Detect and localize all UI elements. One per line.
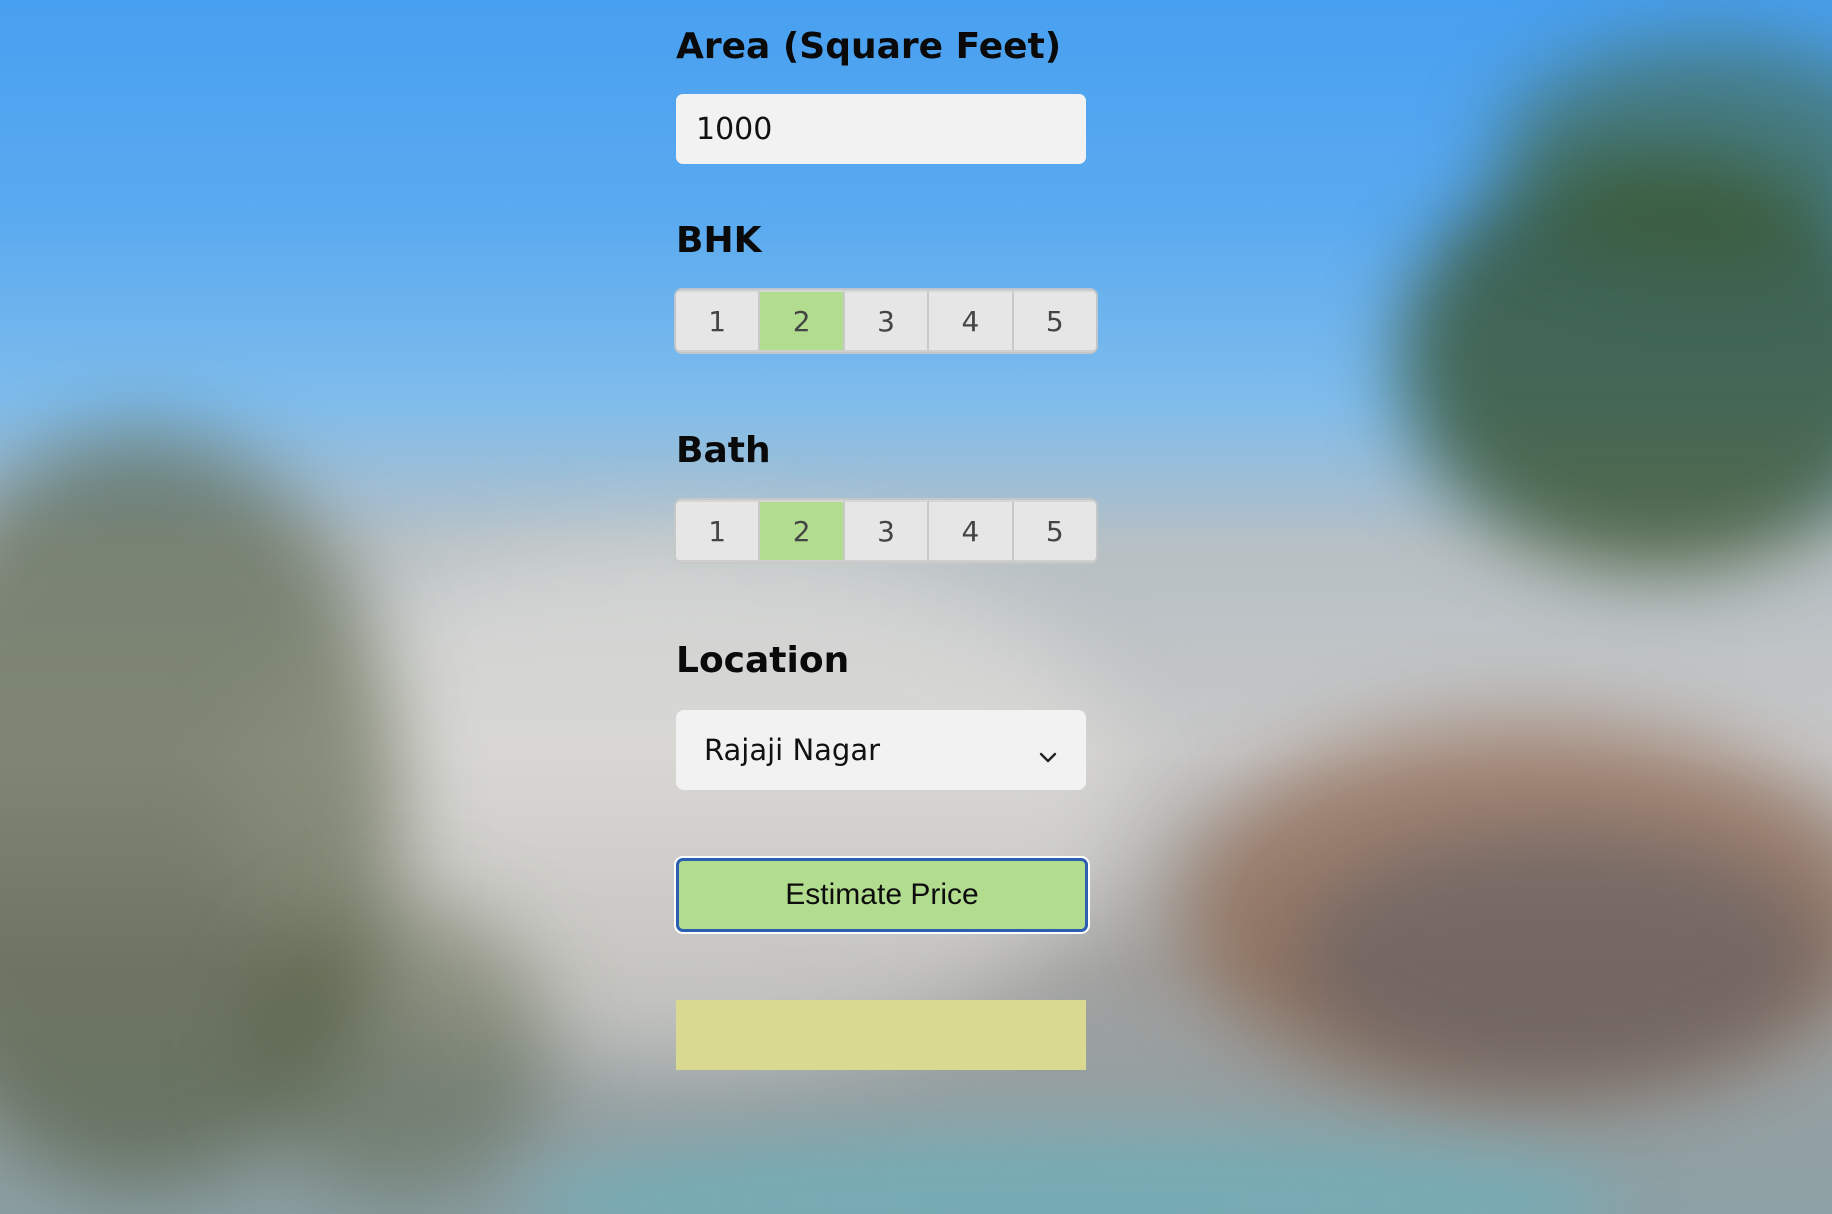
bhk-selector: 1 2 3 4 5 (676, 290, 1096, 352)
bath-option-1[interactable]: 1 (676, 500, 761, 562)
location-label: Location (676, 640, 850, 681)
estimate-price-button[interactable]: Estimate Price (676, 858, 1088, 932)
bath-option-3[interactable]: 3 (844, 500, 930, 562)
bath-option-2[interactable]: 2 (760, 500, 845, 562)
bhk-option-1[interactable]: 1 (676, 290, 761, 352)
chevron-down-icon (1038, 740, 1058, 763)
background-pool-blur (520, 1130, 1620, 1214)
location-selected-value: Rajaji Nagar (704, 733, 881, 767)
estimated-price-result (676, 1000, 1086, 1070)
bhk-option-2[interactable]: 2 (760, 290, 845, 352)
bhk-label: BHK (676, 220, 762, 261)
bhk-option-5[interactable]: 5 (1013, 290, 1096, 352)
background-window-blur (1300, 830, 1820, 1080)
location-select[interactable]: Rajaji Nagar (676, 710, 1086, 790)
bath-option-4[interactable]: 4 (929, 500, 1014, 562)
area-input[interactable] (676, 94, 1086, 164)
background-shrub-blur (250, 900, 550, 1200)
bath-option-5[interactable]: 5 (1013, 500, 1096, 562)
bhk-option-4[interactable]: 4 (929, 290, 1014, 352)
area-label: Area (Square Feet) (676, 26, 1062, 67)
bath-label: Bath (676, 430, 771, 471)
bath-selector: 1 2 3 4 5 (676, 500, 1096, 562)
bhk-option-3[interactable]: 3 (844, 290, 930, 352)
